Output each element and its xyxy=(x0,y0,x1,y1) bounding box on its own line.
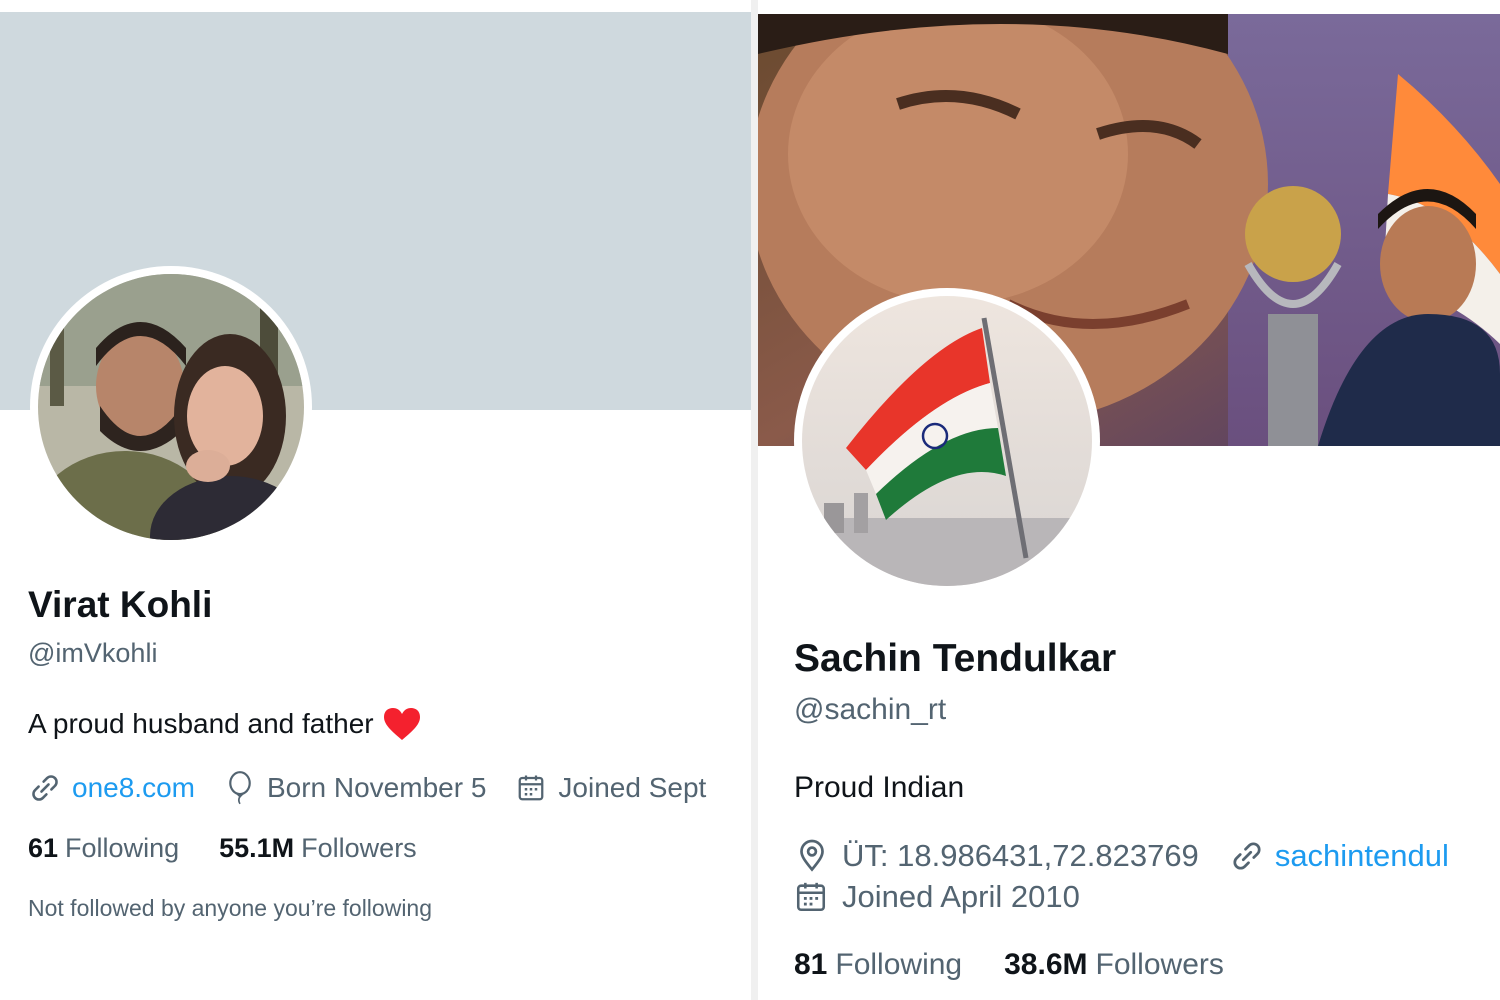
followers-count: 38.6M xyxy=(1004,948,1088,981)
profile-meta-line-1: ÜT: 18.986431,72.823769 sachintendul xyxy=(794,838,1449,874)
link-icon xyxy=(32,775,58,801)
heart-emoji-icon xyxy=(383,708,420,740)
panel-divider xyxy=(751,0,758,1000)
location-item: ÜT: 18.986431,72.823769 xyxy=(794,838,1199,874)
joined-item: Joined April 2010 xyxy=(794,879,1080,915)
follow-stats: 81 Following 38.6M Followers xyxy=(794,948,1224,982)
profile-panel-virat: Virat Kohli @imVkohli A proud husband an… xyxy=(0,0,751,1000)
followers-count: 55.1M xyxy=(219,833,295,863)
location-pin-icon xyxy=(800,839,824,872)
website-link[interactable]: one8.com xyxy=(72,772,195,804)
joined-text: Joined Sept xyxy=(558,772,707,803)
website-item[interactable]: one8.com xyxy=(28,771,195,805)
following-label: Following xyxy=(65,833,180,863)
mutuals-note: Not followed by anyone you’re following xyxy=(28,895,433,921)
display-name: Sachin Tendulkar xyxy=(794,637,1117,680)
following-label: Following xyxy=(835,948,963,981)
link-icon xyxy=(1233,842,1261,870)
user-handle: @sachin_rt xyxy=(794,693,947,726)
user-handle: @imVkohli xyxy=(28,638,158,668)
followers-label: Followers xyxy=(301,833,417,863)
bio-text: A proud husband and father xyxy=(28,708,374,739)
followers-label: Followers xyxy=(1095,948,1224,981)
birthday-item: Born November 5 xyxy=(225,771,486,805)
following-count: 81 xyxy=(794,948,828,981)
followers-stat[interactable]: 38.6M Followers xyxy=(1004,948,1224,982)
website-link[interactable]: sachintendul xyxy=(1275,838,1449,874)
calendar-icon xyxy=(519,775,544,801)
joined-text: Joined April 2010 xyxy=(842,879,1080,914)
profile-avatar[interactable] xyxy=(794,288,1100,594)
bio: A proud husband and father xyxy=(28,706,422,742)
profile-meta-line-2: Joined April 2010 xyxy=(794,879,1080,915)
calendar-icon xyxy=(796,882,826,912)
profile-avatar[interactable] xyxy=(30,266,312,548)
following-stat[interactable]: 61 Following xyxy=(28,833,179,864)
profile-panel-sachin: Sachin Tendulkar @sachin_rt Proud Indian… xyxy=(758,0,1500,1000)
location-text: ÜT: 18.986431,72.823769 xyxy=(842,838,1199,873)
joined-item: Joined Sept xyxy=(516,772,706,804)
following-stat[interactable]: 81 Following xyxy=(794,948,962,982)
following-count: 61 xyxy=(28,833,59,863)
bio-text: Proud Indian xyxy=(794,771,965,804)
birthday-balloon-icon xyxy=(229,771,251,805)
birthday-text: Born November 5 xyxy=(266,772,487,803)
profile-meta: one8.com Born November 5 Joined Sept xyxy=(28,771,706,805)
website-item[interactable]: sachintendul xyxy=(1229,838,1449,874)
followers-stat[interactable]: 55.1M Followers xyxy=(219,833,417,864)
follow-stats: 61 Following 55.1M Followers xyxy=(28,833,417,864)
display-name: Virat Kohli xyxy=(28,584,213,625)
